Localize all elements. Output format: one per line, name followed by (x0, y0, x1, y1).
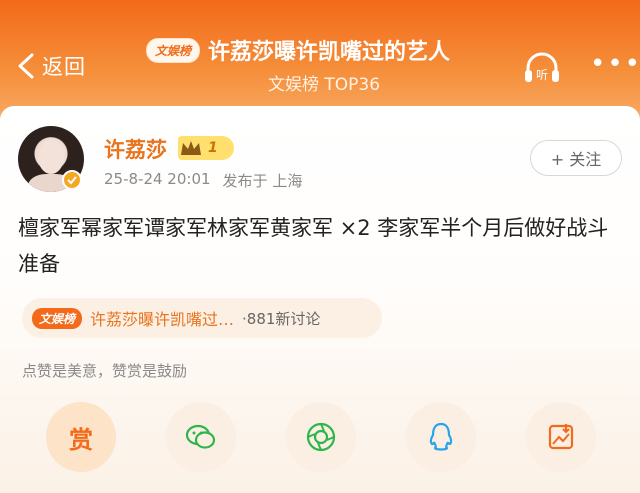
post-location: 发布于 上海 (222, 172, 303, 190)
qq-share-button[interactable] (406, 402, 476, 472)
back-button[interactable]: 返回 (14, 48, 86, 84)
qq-icon (429, 422, 453, 451)
reward-button[interactable]: 赏 (46, 402, 116, 472)
level-number: 1 (208, 140, 218, 156)
post-date: 25-8-24 20:01 (104, 170, 211, 188)
reward-hint: 点赞是美意，赞赏是鼓励 (22, 362, 188, 380)
wechat-share-button[interactable] (166, 402, 236, 472)
follow-button[interactable]: + 关注 (530, 140, 622, 176)
post-card: 许荔莎 1 25-8-24 20:01 发布于 上海 + 关注 檀家军幂家军谭家… (0, 106, 640, 493)
check-icon (67, 176, 77, 185)
headphones-icon[interactable]: 听 (522, 50, 562, 86)
wechat-icon (185, 424, 216, 449)
level-badge: 1 (178, 136, 234, 160)
topic-chip[interactable]: 文娱榜 许荔莎曝许凯嘴过… ·881新讨论 (22, 298, 382, 338)
rank-badge: 文娱榜 (146, 37, 201, 63)
topic-count: ·881新讨论 (242, 309, 321, 328)
more-options-icon[interactable]: ••• (590, 51, 640, 77)
top-header: 返回 文娱榜 许荔莎曝许凯嘴过的艺人 文娱榜 TOP36 听 ••• (0, 0, 640, 106)
back-label: 返回 (42, 55, 86, 79)
page-subtitle: 文娱榜 TOP36 (268, 75, 381, 95)
avatar-face (38, 140, 64, 174)
save-image-button[interactable] (526, 402, 596, 472)
image-download-icon (548, 424, 574, 450)
moments-share-button[interactable] (286, 402, 356, 472)
crown-icon (181, 141, 201, 155)
topic-title: 许荔莎曝许凯嘴过… (90, 310, 235, 329)
username[interactable]: 许荔莎 (104, 134, 167, 164)
page-title: 许荔莎曝许凯嘴过的艺人 (208, 40, 451, 65)
header-title-group: 文娱榜 许荔莎曝许凯嘴过的艺人 (146, 34, 506, 66)
topic-badge: 文娱榜 (32, 307, 83, 329)
post-meta: 25-8-24 20:01 发布于 上海 (104, 170, 302, 191)
moments-icon (306, 422, 336, 452)
listen-label: 听 (536, 68, 548, 82)
chevron-left-icon (18, 53, 34, 79)
post-content: 檀家军幂家军谭家军林家军黄家军 ×2 李家军半个月后做好战斗准备 (18, 216, 609, 276)
share-actions: 赏 (0, 402, 640, 472)
verified-icon (62, 170, 82, 190)
